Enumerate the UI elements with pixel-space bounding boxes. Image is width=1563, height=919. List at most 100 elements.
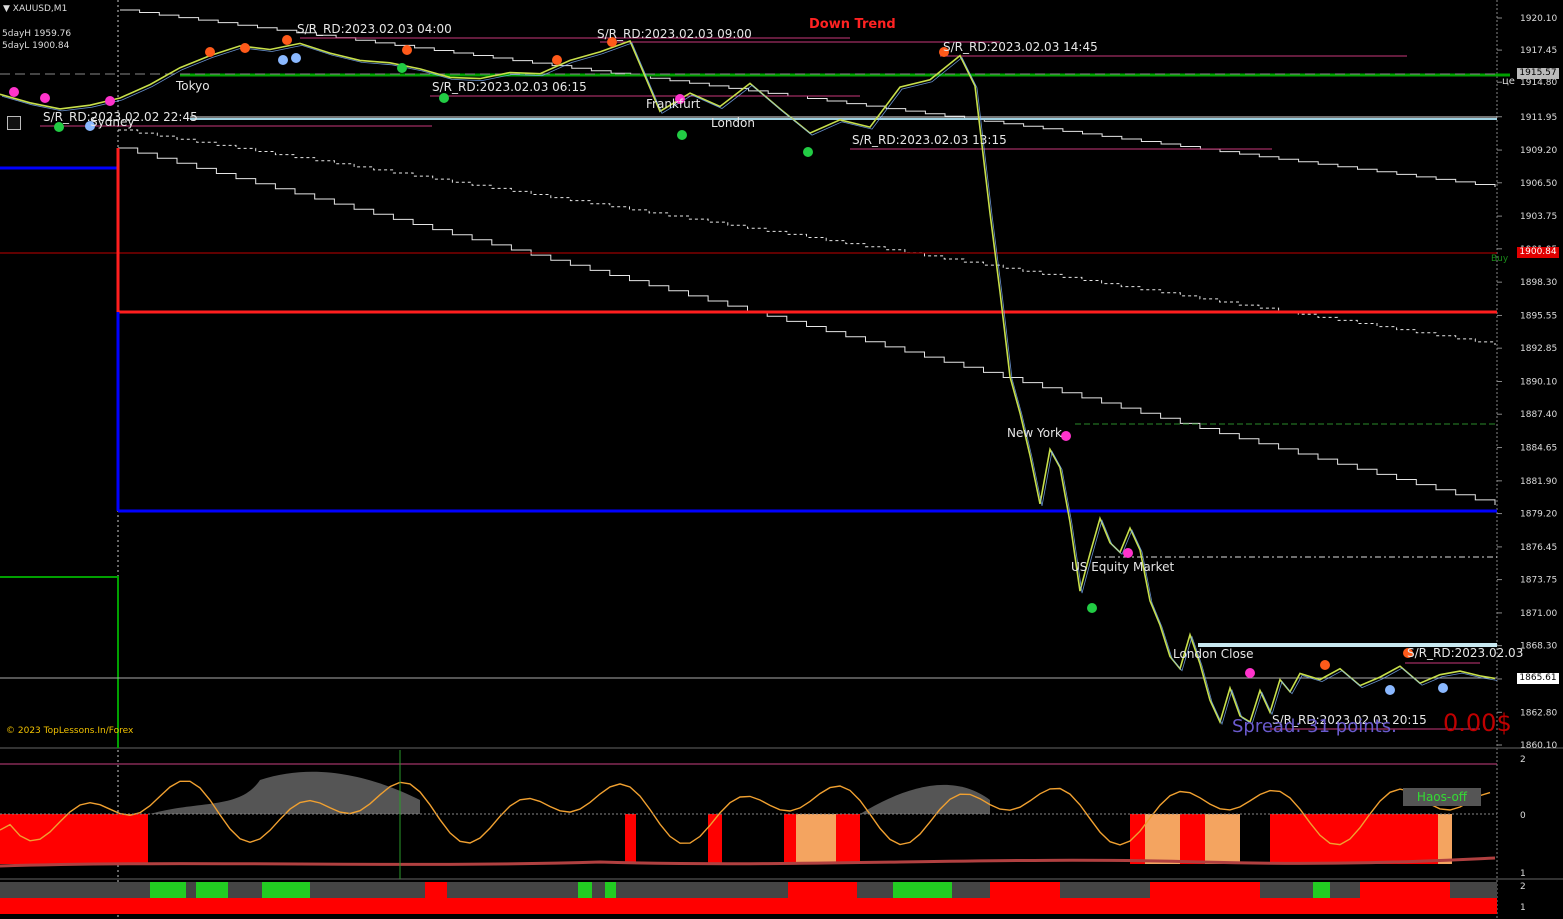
histogram-bar xyxy=(0,898,1497,914)
y-tick-label: 1906.50 xyxy=(1520,179,1557,189)
signal-arrow-icon xyxy=(40,93,50,103)
y-tick-label: 1879.20 xyxy=(1520,510,1557,520)
edge-label: це xyxy=(1502,76,1515,87)
oscillator-zone xyxy=(1145,814,1180,864)
y-tick-label: 0 xyxy=(1520,811,1526,821)
triangle-down-icon: ▼ xyxy=(3,4,13,14)
sr-label: S/R_RD:2023.02.03 14:45 xyxy=(943,40,1098,54)
y-tick-label: 1862.80 xyxy=(1520,708,1557,718)
y-tick-label: 1868.30 xyxy=(1520,642,1557,652)
y-tick-label: 1873.75 xyxy=(1520,576,1557,586)
signal-arrow-icon xyxy=(1061,431,1071,441)
price-chart[interactable]: 1920.10 1917.45 1914.80 1911.95 1909.20 1906.… xyxy=(0,0,1563,919)
y-tick-label: 2 xyxy=(1520,882,1526,892)
haos-toggle-button[interactable]: Haos-off xyxy=(1403,788,1481,806)
sr-label: S/R_RD:2023.02.03 09:00 xyxy=(597,27,752,41)
sr-label: S/R_RD:2023.02.03 06:15 xyxy=(432,80,587,94)
oscillator-zone xyxy=(625,814,636,864)
signal-arrow-icon xyxy=(291,53,301,63)
histogram-bar xyxy=(1150,882,1260,898)
signal-arrow-icon xyxy=(677,130,687,140)
session-london: London xyxy=(711,116,755,130)
green-box-line xyxy=(0,576,119,748)
signal-arrow-icon xyxy=(1320,660,1330,670)
histogram-bar xyxy=(1360,882,1450,898)
histogram-bar xyxy=(788,882,857,898)
oscillator-zone xyxy=(784,814,796,864)
five-day-low: 5dayL 1900.84 xyxy=(2,41,70,51)
y-tick-label: 1 xyxy=(1520,869,1526,879)
trade-panel-icon[interactable] xyxy=(7,116,21,130)
sr-label: S/R_RD:2023.02.03 xyxy=(1407,646,1524,660)
price-line-secondary xyxy=(1,42,1498,726)
histogram-bar xyxy=(150,882,186,898)
spread-text: Spread: 31 points. xyxy=(1232,716,1397,737)
oscillator-zone xyxy=(0,814,148,864)
price-tag-top: 1915.57 xyxy=(1517,68,1559,79)
histogram-bar xyxy=(578,882,592,898)
oscillator-zone xyxy=(836,814,860,864)
signal-arrow-icon xyxy=(1438,683,1448,693)
y-tick-label: 1920.10 xyxy=(1520,14,1557,24)
histogram-bar xyxy=(196,882,228,898)
signal-arrow-icon xyxy=(1087,603,1097,613)
signal-arrow-icon xyxy=(278,55,288,65)
signal-arrow-icon xyxy=(205,47,215,57)
y-tick-label: 1876.45 xyxy=(1520,543,1557,553)
y-tick-label: 1860.10 xyxy=(1520,741,1557,751)
histogram-bar xyxy=(1313,882,1330,898)
oscillator-zone xyxy=(1270,814,1440,864)
y-tick-label: 2 xyxy=(1520,755,1526,765)
chart-symbol: ▼ XAUUSD,M1 xyxy=(3,4,67,14)
oscillator-zone xyxy=(708,814,722,864)
y-tick-label: 1871.00 xyxy=(1520,609,1557,619)
y-tick-label: 1895.55 xyxy=(1520,311,1557,321)
symbol-text: XAUUSD,M1 xyxy=(12,4,68,14)
y-tick-label: 1 xyxy=(1520,903,1526,913)
signal-arrow-icon xyxy=(397,63,407,73)
signal-arrow-icon xyxy=(282,35,292,45)
signal-arrow-icon xyxy=(105,96,115,106)
trend-label: Down Trend xyxy=(809,17,896,32)
y-tick-label: 1914.80 xyxy=(1520,78,1557,88)
y-tick-label: 1887.40 xyxy=(1520,410,1557,420)
oscillator-zone xyxy=(796,814,836,864)
signal-arrow-icon xyxy=(1385,685,1395,695)
session-new-york: New York xyxy=(1007,426,1062,440)
y-tick-label: 1898.30 xyxy=(1520,278,1557,288)
y-tick-label: 1917.45 xyxy=(1520,46,1557,56)
copyright-text: © 2023 TopLessons.In/Forex xyxy=(6,726,134,736)
signal-arrow-icon xyxy=(402,45,412,55)
y-tick-label: 1911.95 xyxy=(1520,113,1557,123)
trailing-stop-line xyxy=(120,9,1496,187)
trailing-stop-line xyxy=(118,147,1496,505)
signal-arrow-icon xyxy=(240,43,250,53)
oscillator-shade xyxy=(150,771,420,814)
signal-arrow-icon xyxy=(9,87,19,97)
price-tag-buy: 1900.84 xyxy=(1517,247,1559,258)
signal-arrow-icon xyxy=(1123,548,1133,558)
histogram-bar xyxy=(425,882,447,898)
oscillator-zone xyxy=(1205,814,1240,864)
histogram-bar xyxy=(262,882,310,898)
session-london-close: London Close xyxy=(1173,647,1254,661)
signal-arrow-icon xyxy=(1245,668,1255,678)
price-tag-current: 1865.61 xyxy=(1517,673,1559,684)
y-tick-label: 1909.20 xyxy=(1520,146,1557,156)
session-frankfurt: Frankfurt xyxy=(646,97,701,111)
histogram-bar xyxy=(605,882,616,898)
session-tokyo: Tokyo xyxy=(176,79,210,93)
chart-window: 1920.10 1917.45 1914.80 1911.95 1909.20 1906.… xyxy=(0,0,1563,919)
histogram-bar xyxy=(990,882,1060,898)
y-tick-label: 1881.90 xyxy=(1520,477,1557,487)
buy-label: Buy xyxy=(1491,254,1509,264)
oscillator-zone xyxy=(1180,814,1205,864)
y-tick-label: 1892.85 xyxy=(1520,344,1557,354)
five-day-high: 5dayH 1959.76 xyxy=(2,29,72,39)
sr-label: S/R_RD:2023.02.02 22:45 xyxy=(43,110,198,124)
session-us-equity: US Equity Market xyxy=(1071,560,1175,574)
sr-label: S/R_RD:2023.02.03 13:15 xyxy=(852,133,1007,147)
y-tick-label: 1884.65 xyxy=(1520,444,1557,454)
y-tick-label: 1890.10 xyxy=(1520,378,1557,388)
signal-arrow-icon xyxy=(439,93,449,103)
